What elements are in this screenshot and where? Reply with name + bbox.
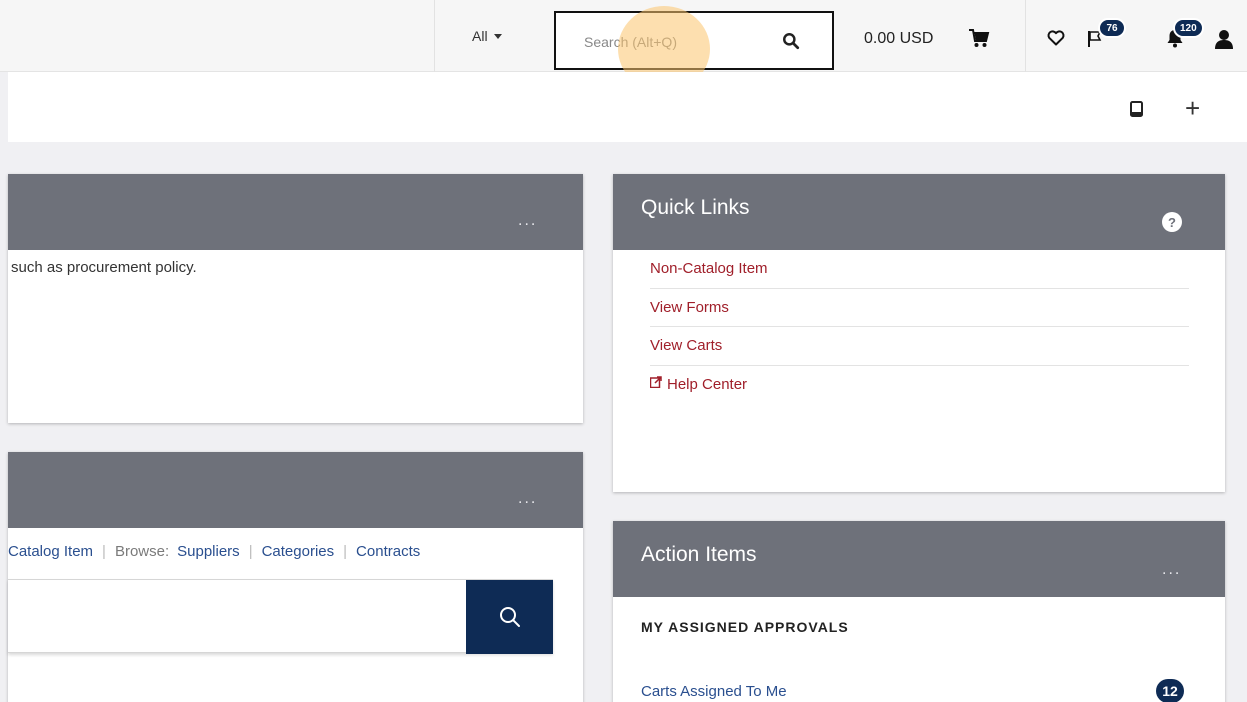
divider (434, 0, 435, 72)
quick-link-label: View Carts (650, 337, 723, 355)
action-items-panel: Action Items ... MY ASSIGNED APPROVALS C… (613, 521, 1225, 702)
global-search-input[interactable] (584, 31, 784, 53)
quick-link-view-carts[interactable]: View Carts (650, 327, 1189, 366)
shop-links: Catalog Item | Browse: Suppliers | Categ… (8, 543, 420, 560)
quick-link-help-center[interactable]: Help Center (650, 366, 1189, 405)
browse-label: Browse: (114, 543, 170, 560)
section-title: MY ASSIGNED APPROVALS (641, 619, 849, 635)
shop-search-input[interactable] (16, 600, 456, 630)
quick-link-label: Non-Catalog Item (650, 260, 768, 278)
divider: | (343, 543, 348, 560)
quick-link-label: View Forms (650, 298, 729, 316)
panel-header: ... (8, 452, 583, 528)
panel-menu-button[interactable]: ... (1162, 561, 1181, 579)
shop-search-button[interactable] (466, 580, 553, 654)
quick-link-view-forms[interactable]: View Forms (650, 289, 1189, 327)
notification-count-badge: 76 (1098, 18, 1126, 38)
panel-header: Action Items ... (613, 521, 1225, 597)
panel-menu-button[interactable]: ... (518, 212, 537, 230)
suppliers-link[interactable]: Suppliers (177, 543, 240, 560)
document-icon[interactable] (1128, 100, 1146, 118)
help-icon[interactable]: ? (1162, 212, 1182, 232)
user-icon[interactable] (1213, 28, 1235, 50)
search-scope-dropdown[interactable]: All (472, 28, 502, 44)
panel-header: ... (8, 174, 583, 250)
cart-icon[interactable] (968, 28, 990, 48)
info-panel: ... such as procurement policy. (8, 174, 583, 423)
panel-header: Quick Links ? (613, 174, 1225, 250)
cart-total[interactable]: 0.00 USD (864, 30, 933, 48)
quick-links-panel: Quick Links ? Non-Catalog Item View Form… (613, 174, 1225, 492)
shop-search-box (8, 579, 553, 654)
panel-title: Quick Links (641, 196, 750, 219)
shop-search-panel: ... Catalog Item | Browse: Suppliers | C… (8, 452, 583, 702)
search-scope-label: All (472, 28, 488, 44)
heart-icon[interactable] (1047, 30, 1065, 46)
carts-assigned-link[interactable]: Carts Assigned To Me (641, 683, 1197, 700)
divider: | (102, 543, 106, 560)
panel-body-text: such as procurement policy. (11, 259, 197, 276)
divider: | (248, 543, 253, 560)
contracts-link[interactable]: Contracts (356, 543, 420, 560)
search-icon[interactable] (782, 32, 800, 50)
notification-count-badge: 120 (1173, 18, 1204, 38)
top-bar: All 0.00 USD 76 120 (0, 0, 1247, 72)
count-badge: 12 (1156, 679, 1184, 702)
plus-icon[interactable]: + (1185, 95, 1200, 121)
panel-title: Action Items (641, 543, 757, 566)
search-icon (500, 607, 520, 627)
catalog-item-link[interactable]: Catalog Item (8, 543, 93, 560)
global-search-box[interactable] (554, 11, 834, 70)
external-link-icon (650, 376, 662, 388)
page-toolbar (8, 72, 1247, 142)
categories-link[interactable]: Categories (262, 543, 335, 560)
divider (1025, 0, 1026, 72)
caret-down-icon (493, 33, 502, 39)
quick-links-list: Non-Catalog Item View Forms View Carts H… (650, 250, 1189, 404)
quick-link-non-catalog-item[interactable]: Non-Catalog Item (650, 250, 1189, 289)
quick-link-label: Help Center (667, 376, 748, 394)
panel-menu-button[interactable]: ... (518, 490, 537, 508)
